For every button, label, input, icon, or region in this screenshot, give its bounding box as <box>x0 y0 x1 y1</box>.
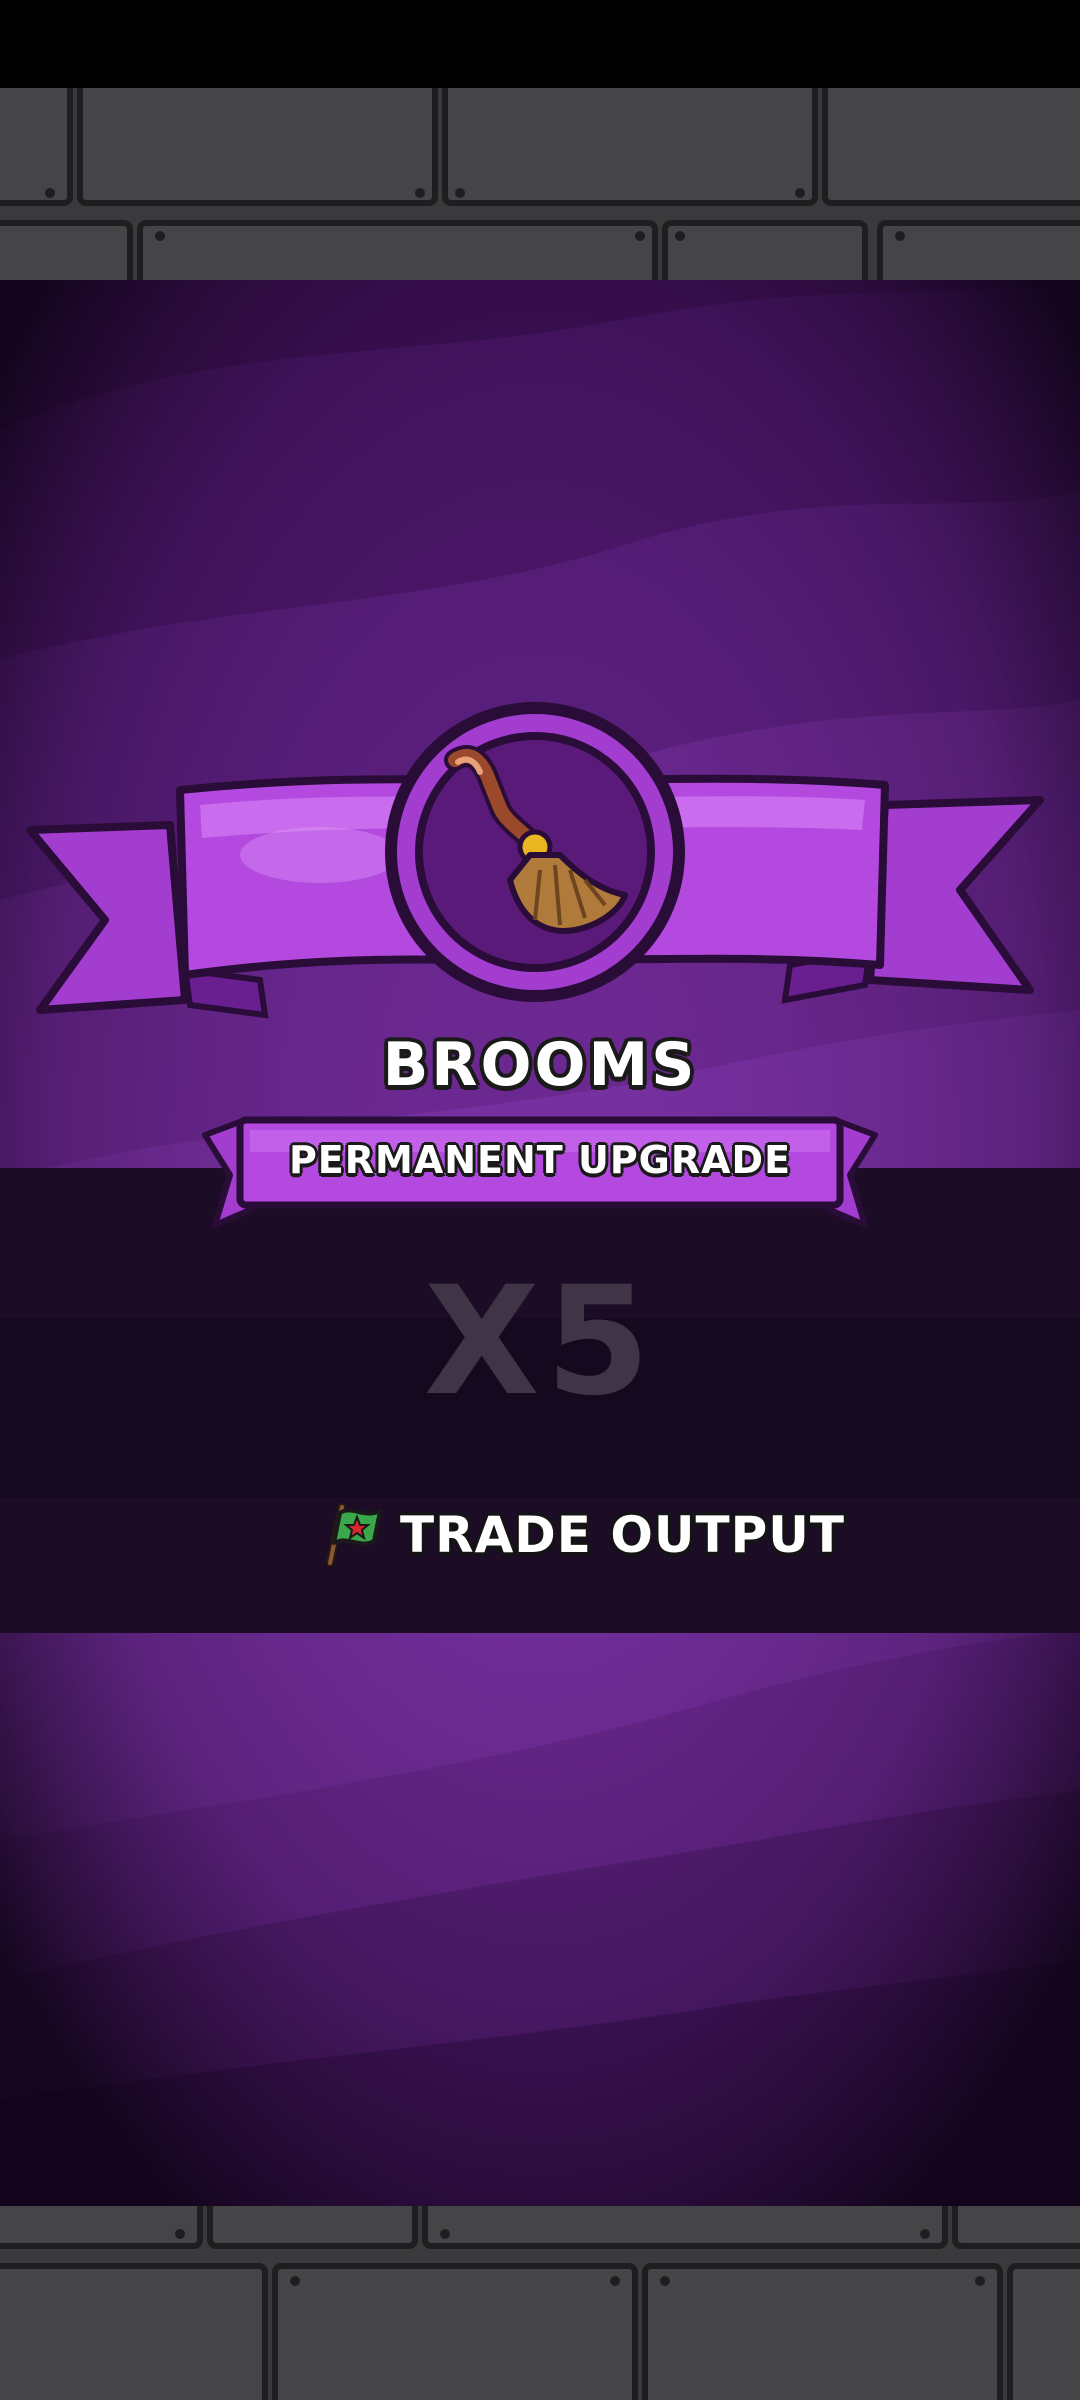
effect-label: TRADE OUTPUT <box>400 1506 845 1564</box>
flag-icon <box>326 1503 382 1567</box>
effect-row: TRADE OUTPUT <box>320 1495 845 1575</box>
stone-wall-top <box>0 88 1080 280</box>
reward-subtitle: PERMANENT UPGRADE <box>288 1138 792 1182</box>
reward-title: BROOMS <box>382 1030 698 1100</box>
reward-screen: BROOMS PERMANENT UPGRADE X5 TRADE OUTPUT <box>0 0 1080 2400</box>
reward-multiplier: X5 <box>423 1255 657 1429</box>
stone-wall-bottom <box>0 2206 1080 2400</box>
status-bar <box>0 0 1080 88</box>
